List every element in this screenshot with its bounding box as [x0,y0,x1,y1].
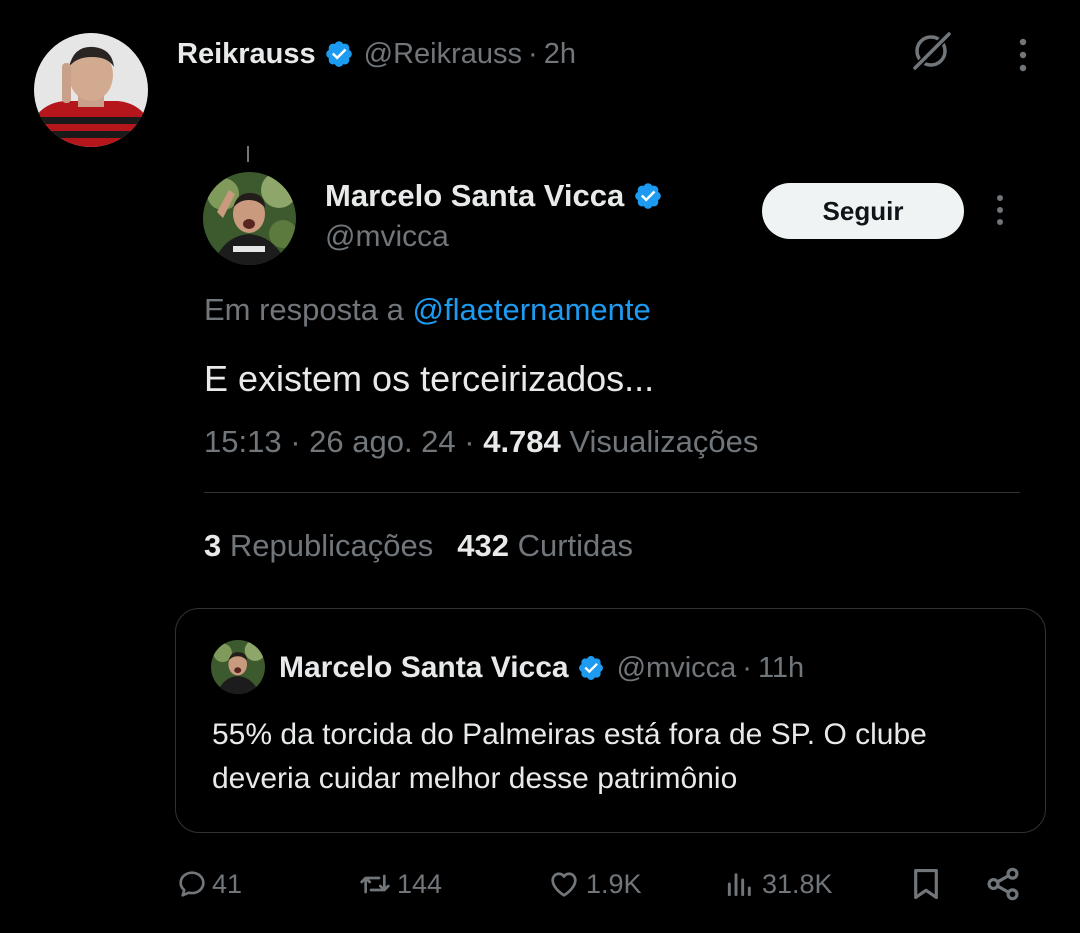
outer-author-name[interactable]: Reikrauss [177,38,316,71]
analytics-icon [727,873,751,897]
reikrauss-avatar[interactable] [34,33,148,147]
thread-connector-line [247,146,249,162]
reply-text: E existem os terceirizados... [204,358,655,399]
divider [204,492,1020,493]
reposts-count: 3 [204,528,222,563]
quote-timestamp: 11h [757,651,805,684]
follow-button[interactable]: Seguir [762,183,964,239]
more-options-icon[interactable] [986,192,1014,228]
reply-author-row: Marcelo Santa Vicca [325,174,663,218]
quote-author-avatar [211,640,265,694]
retweet-count: 144 [397,868,443,899]
reply-author-handle[interactable]: @mvicca [325,220,449,254]
views-button[interactable]: 31.8K [722,860,833,908]
outer-timestamp[interactable]: 2h [544,38,576,71]
reply-to-link[interactable]: @flaeternamente [412,292,650,327]
retweet-button[interactable]: 144 [357,860,442,908]
reply-timestamp[interactable]: 15:13 · 26 ago. 24 · [204,424,483,459]
bookmark-icon [914,868,938,900]
verified-badge-icon[interactable] [324,39,354,69]
quote-author-handle: @mvicca [616,651,737,684]
share-button[interactable] [984,860,1022,908]
reply-prefix: Em resposta a [204,292,413,327]
reply-stats: 3 Republicações 432 Curtidas [204,528,633,564]
quote-author-name: Marcelo Santa Vicca [279,651,569,684]
share-icon [987,867,1019,901]
mvicca-avatar[interactable] [203,172,296,265]
separator-dot: · [742,651,752,684]
bookmark-button[interactable] [907,860,945,908]
reply-button[interactable]: 41 [176,860,242,908]
verified-badge-icon [577,654,605,682]
outer-handle[interactable]: @Reikrauss [364,38,522,71]
likes-stat[interactable]: 432 Curtidas [457,528,633,563]
separator-dot: · [528,37,538,70]
like-button[interactable]: 1.9K [546,860,642,908]
reply-context: Em resposta a @flaeternamente [204,292,651,328]
grok-icon[interactable] [906,26,956,76]
reply-meta: 15:13 · 26 ago. 24 · 4.784 Visualizações [204,424,758,460]
likes-count: 432 [457,528,509,563]
quote-text: 55% da torcida do Palmeiras está fora de… [212,718,927,795]
reply-views-label: Visualizações [560,424,759,459]
reply-count: 41 [212,868,243,899]
reposts-stat[interactable]: 3 Republicações [204,528,433,563]
retweet-icon [360,874,390,894]
more-options-icon[interactable] [1008,36,1038,76]
reply-icon [179,871,205,897]
reply-views-count: 4.784 [483,424,561,459]
verified-badge-icon[interactable] [633,181,663,211]
likes-label: Curtidas [508,528,633,563]
views-count: 31.8K [762,868,833,899]
reposts-label: Republicações [221,528,434,563]
outer-tweet-header: Reikrauss @Reikrauss · 2h [177,32,576,76]
quote-header: Marcelo Santa Vicca @mvicca · 11h [279,648,804,688]
like-count: 1.9K [586,868,642,899]
reply-author-name[interactable]: Marcelo Santa Vicca [325,178,624,214]
heart-icon [551,872,577,897]
